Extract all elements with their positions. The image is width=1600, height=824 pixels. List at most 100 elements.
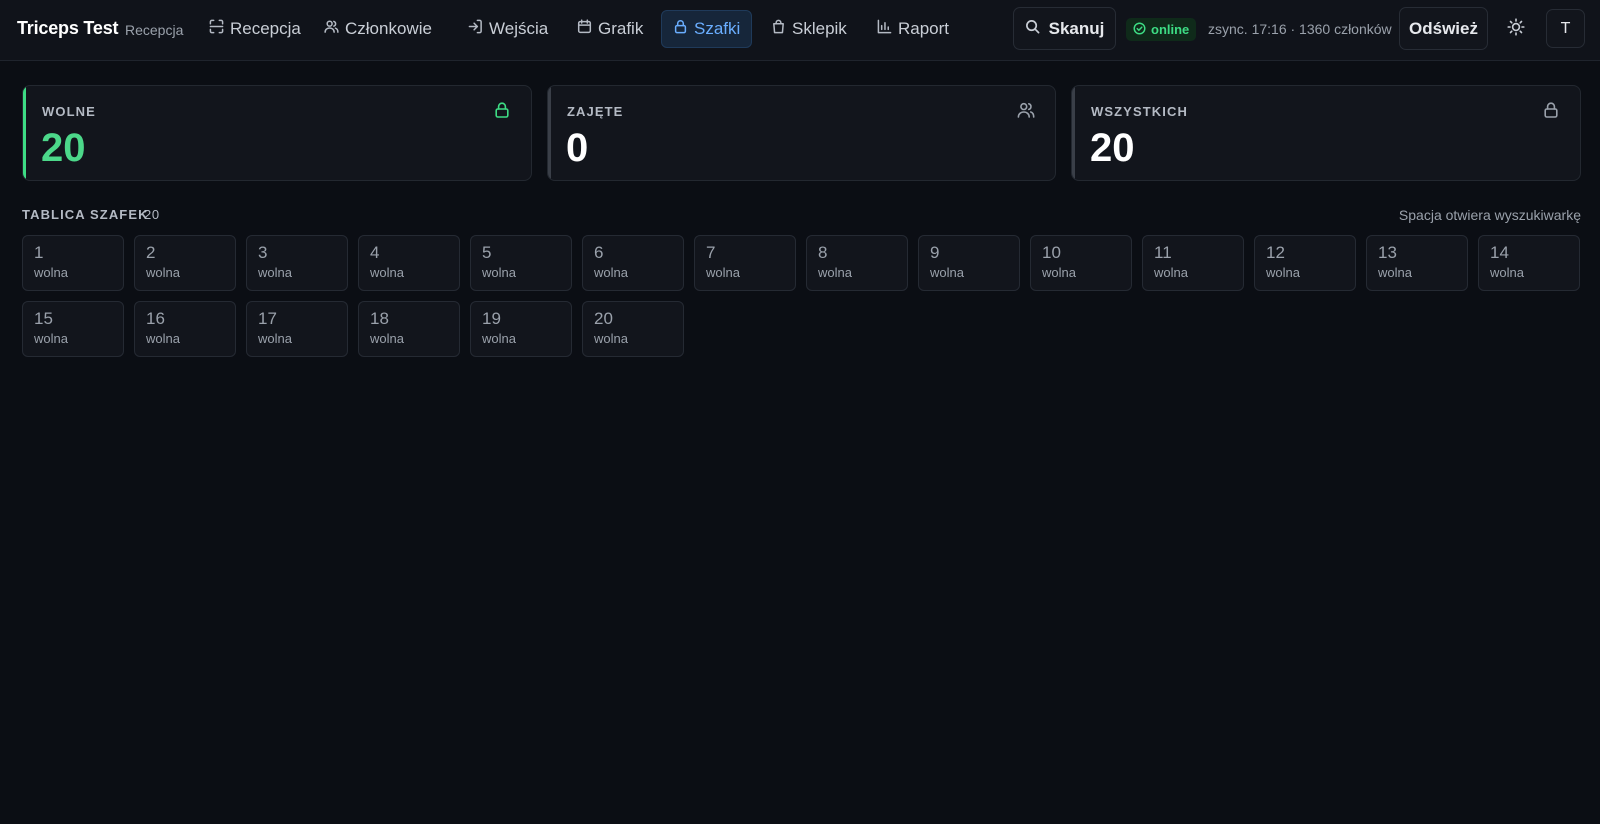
nav-label: Wejścia (489, 19, 549, 38)
stat-label: WOLNE (42, 104, 96, 119)
locker-status: wolna (258, 265, 292, 280)
locker-tile[interactable]: 6 wolna (582, 235, 684, 291)
nav-label: Szafki (694, 19, 741, 38)
scan-button[interactable]: Skanuj (1013, 7, 1116, 50)
locker-tile[interactable]: 3 wolna (246, 235, 348, 291)
sun-icon (1507, 17, 1525, 41)
nav-label: Recepcja (230, 19, 301, 38)
locker-number: 14 (1490, 243, 1509, 262)
locker-number: 3 (258, 243, 268, 262)
locker-number: 4 (370, 243, 380, 262)
lock-open-icon (493, 101, 511, 119)
locker-board-title: TABLICA SZAFEK (22, 207, 149, 222)
stat-label: ZAJĘTE (567, 104, 624, 119)
locker-status: wolna (370, 331, 404, 346)
locker-status: wolna (594, 265, 628, 280)
locker-number: 2 (146, 243, 156, 262)
stat-card-free: WOLNE 20 (22, 85, 532, 181)
locker-number: 19 (482, 309, 501, 328)
online-status-label: online (1151, 22, 1190, 37)
locker-tile[interactable]: 4 wolna (358, 235, 460, 291)
locker-tile[interactable]: 17 wolna (246, 301, 348, 357)
users-icon (1017, 101, 1035, 119)
stat-value: 20 (41, 126, 86, 170)
locker-number: 20 (594, 309, 613, 328)
stat-card-accent (23, 86, 26, 180)
app-subtitle: Recepcja (125, 22, 184, 38)
nav-item-raport[interactable]: Raport (866, 10, 960, 48)
user-avatar-button[interactable]: T (1546, 9, 1585, 48)
login-arrow-icon (468, 19, 483, 39)
locker-status: wolna (594, 331, 628, 346)
refresh-button[interactable]: Odśwież (1399, 7, 1488, 50)
top-bar: Triceps Test Recepcja Recepcja Członkowi… (0, 0, 1600, 61)
locker-status: wolna (930, 265, 964, 280)
lock-icon (673, 19, 688, 39)
locker-status: wolna (146, 265, 180, 280)
nav-item-czlonkowie[interactable]: Członkowie (313, 10, 443, 48)
locker-status: wolna (1266, 265, 1300, 280)
locker-tile[interactable]: 14 wolna (1478, 235, 1580, 291)
locker-tile[interactable]: 2 wolna (134, 235, 236, 291)
nav-item-szafki[interactable]: Szafki (661, 10, 753, 48)
locker-tile[interactable]: 1 wolna (22, 235, 124, 291)
theme-toggle-button[interactable] (1500, 13, 1532, 45)
stat-card-accent (548, 86, 551, 180)
locker-number: 5 (482, 243, 492, 262)
stat-card-total: WSZYSTKICH 20 (1071, 85, 1581, 181)
stat-label: WSZYSTKICH (1091, 104, 1188, 119)
locker-status: wolna (482, 331, 516, 346)
locker-number: 11 (1154, 243, 1172, 262)
search-icon (1025, 19, 1040, 39)
locker-tile[interactable]: 18 wolna (358, 301, 460, 357)
nav-item-grafik[interactable]: Grafik (566, 10, 654, 48)
stat-card-occupied: ZAJĘTE 0 (547, 85, 1056, 181)
check-circle-icon (1133, 21, 1146, 38)
locker-tile[interactable]: 10 wolna (1030, 235, 1132, 291)
locker-tile[interactable]: 19 wolna (470, 301, 572, 357)
locker-status: wolna (146, 331, 180, 346)
nav-label: Grafik (598, 19, 644, 38)
online-status-badge: online (1126, 18, 1197, 41)
bar-chart-icon (877, 19, 892, 39)
locker-tile[interactable]: 16 wolna (134, 301, 236, 357)
locker-status: wolna (1042, 265, 1076, 280)
locker-tile[interactable]: 13 wolna (1366, 235, 1468, 291)
locker-status: wolna (258, 331, 292, 346)
locker-number: 12 (1266, 243, 1285, 262)
shopping-bag-icon (771, 19, 786, 39)
locker-status: wolna (706, 265, 740, 280)
locker-tile[interactable]: 7 wolna (694, 235, 796, 291)
locker-number: 8 (818, 243, 828, 262)
nav-item-recepcja[interactable]: Recepcja (198, 10, 312, 48)
locker-status: wolna (482, 265, 516, 280)
locker-number: 7 (706, 243, 716, 262)
users-icon (324, 19, 339, 39)
locker-tile[interactable]: 9 wolna (918, 235, 1020, 291)
locker-grid: 1 wolna 2 wolna 3 wolna 4 wolna 5 wolna 6 wolna 7 wol… (22, 235, 1581, 357)
stat-value: 0 (566, 126, 589, 170)
stat-card-accent (1072, 86, 1075, 180)
locker-status: wolna (1490, 265, 1524, 280)
nav-item-sklepik[interactable]: Sklepik (760, 10, 858, 48)
locker-tile[interactable]: 15 wolna (22, 301, 124, 357)
sync-status-text: zsync. 17:16 · 1360 członków (1208, 21, 1392, 37)
search-shortcut-hint: Spacja otwiera wyszukiwarkę (1398, 207, 1581, 223)
locker-tile[interactable]: 12 wolna (1254, 235, 1356, 291)
locker-tile[interactable]: 5 wolna (470, 235, 572, 291)
locker-number: 16 (146, 309, 165, 328)
locker-number: 18 (370, 309, 389, 328)
nav-label: Członkowie (345, 19, 432, 38)
scan-button-label: Skanuj (1048, 18, 1105, 38)
app-title: Triceps Test (17, 18, 119, 38)
stat-value: 20 (1090, 126, 1135, 170)
locker-tile[interactable]: 20 wolna (582, 301, 684, 357)
locker-status: wolna (818, 265, 852, 280)
scan-icon (209, 19, 224, 39)
locker-tile[interactable]: 8 wolna (806, 235, 908, 291)
locker-tile[interactable]: 11 wolna (1142, 235, 1244, 291)
nav-item-wejscia[interactable]: Wejścia (457, 10, 559, 48)
locker-status: wolna (34, 265, 68, 280)
locker-status: wolna (370, 265, 404, 280)
locker-number: 9 (930, 243, 940, 262)
